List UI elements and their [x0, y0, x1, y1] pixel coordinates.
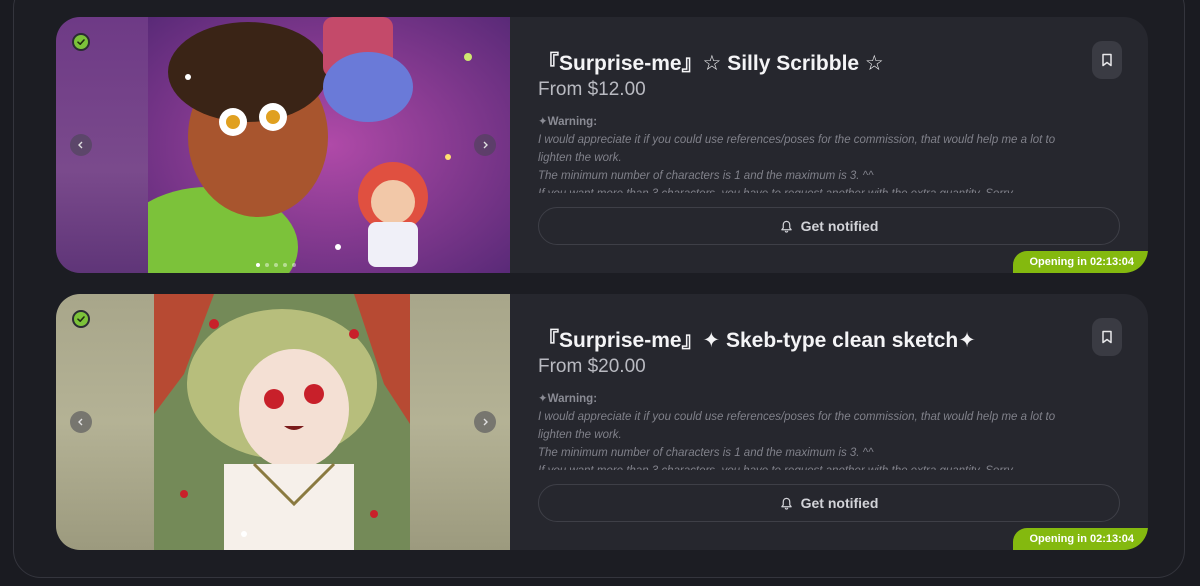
card-price: From $12.00 — [538, 79, 646, 100]
verified-icon — [72, 310, 90, 328]
warning-heading: ✦Warning: — [538, 393, 598, 405]
get-notified-button[interactable]: Get notified — [538, 484, 1120, 522]
get-notified-button[interactable]: Get notified — [538, 207, 1120, 245]
carousel-next-button[interactable] — [474, 411, 496, 433]
card-price: From $20.00 — [538, 356, 646, 377]
card-title[interactable]: 『Surprise-me』✦ Skeb-type clean sketch✦ — [538, 324, 976, 354]
bell-icon — [780, 497, 792, 510]
bookmark-icon — [1102, 53, 1112, 67]
opening-countdown-badge: Opening in 02:13:04 — [1013, 528, 1148, 550]
commission-card[interactable]: 『Surprise-me』✦ Skeb-type clean sketch✦ F… — [56, 294, 1148, 550]
chevron-right-icon — [483, 418, 488, 426]
get-notified-label: Get notified — [800, 218, 879, 234]
get-notified-label: Get notified — [800, 495, 879, 511]
card-title[interactable]: 『Surprise-me』☆ Silly Scribble ☆ — [538, 47, 884, 77]
artwork-image — [154, 294, 410, 550]
bookmark-button[interactable] — [1092, 318, 1122, 356]
description-line: If you want more than 3 characters, you … — [538, 462, 1108, 470]
card-info: 『Surprise-me』☆ Silly Scribble ☆ From $12… — [538, 17, 1148, 273]
chevron-right-icon — [483, 141, 488, 149]
bookmark-icon — [1102, 330, 1112, 344]
carousel-prev-button[interactable] — [70, 411, 92, 433]
description-line: I would appreciate it if you could use r… — [538, 411, 1056, 423]
description-line: If you want more than 3 characters, you … — [538, 185, 1108, 193]
bell-icon — [780, 220, 792, 233]
chevron-left-icon — [78, 141, 83, 149]
description-line: lighten the work. — [538, 152, 622, 164]
commission-card[interactable]: 『Surprise-me』☆ Silly Scribble ☆ From $12… — [56, 17, 1148, 273]
description-line: The minimum number of characters is 1 an… — [538, 447, 874, 459]
opening-countdown-badge: Opening in 02:13:04 — [1013, 251, 1148, 273]
image-carousel[interactable] — [56, 17, 510, 273]
card-description: ✦Warning: I would appreciate it if you c… — [538, 390, 1108, 470]
warning-heading: ✦Warning: — [538, 116, 598, 128]
image-carousel[interactable] — [56, 294, 510, 550]
carousel-dots — [256, 263, 296, 267]
card-info: 『Surprise-me』✦ Skeb-type clean sketch✦ F… — [538, 294, 1148, 550]
card-description: ✦Warning: I would appreciate it if you c… — [538, 113, 1108, 193]
description-line: The minimum number of characters is 1 an… — [538, 170, 874, 182]
description-line: I would appreciate it if you could use r… — [538, 134, 1056, 146]
bookmark-button[interactable] — [1092, 41, 1122, 79]
artwork-image — [148, 17, 510, 273]
chevron-left-icon — [78, 418, 83, 426]
carousel-next-button[interactable] — [474, 134, 496, 156]
description-line: lighten the work. — [538, 429, 622, 441]
carousel-prev-button[interactable] — [70, 134, 92, 156]
verified-icon — [72, 33, 90, 51]
